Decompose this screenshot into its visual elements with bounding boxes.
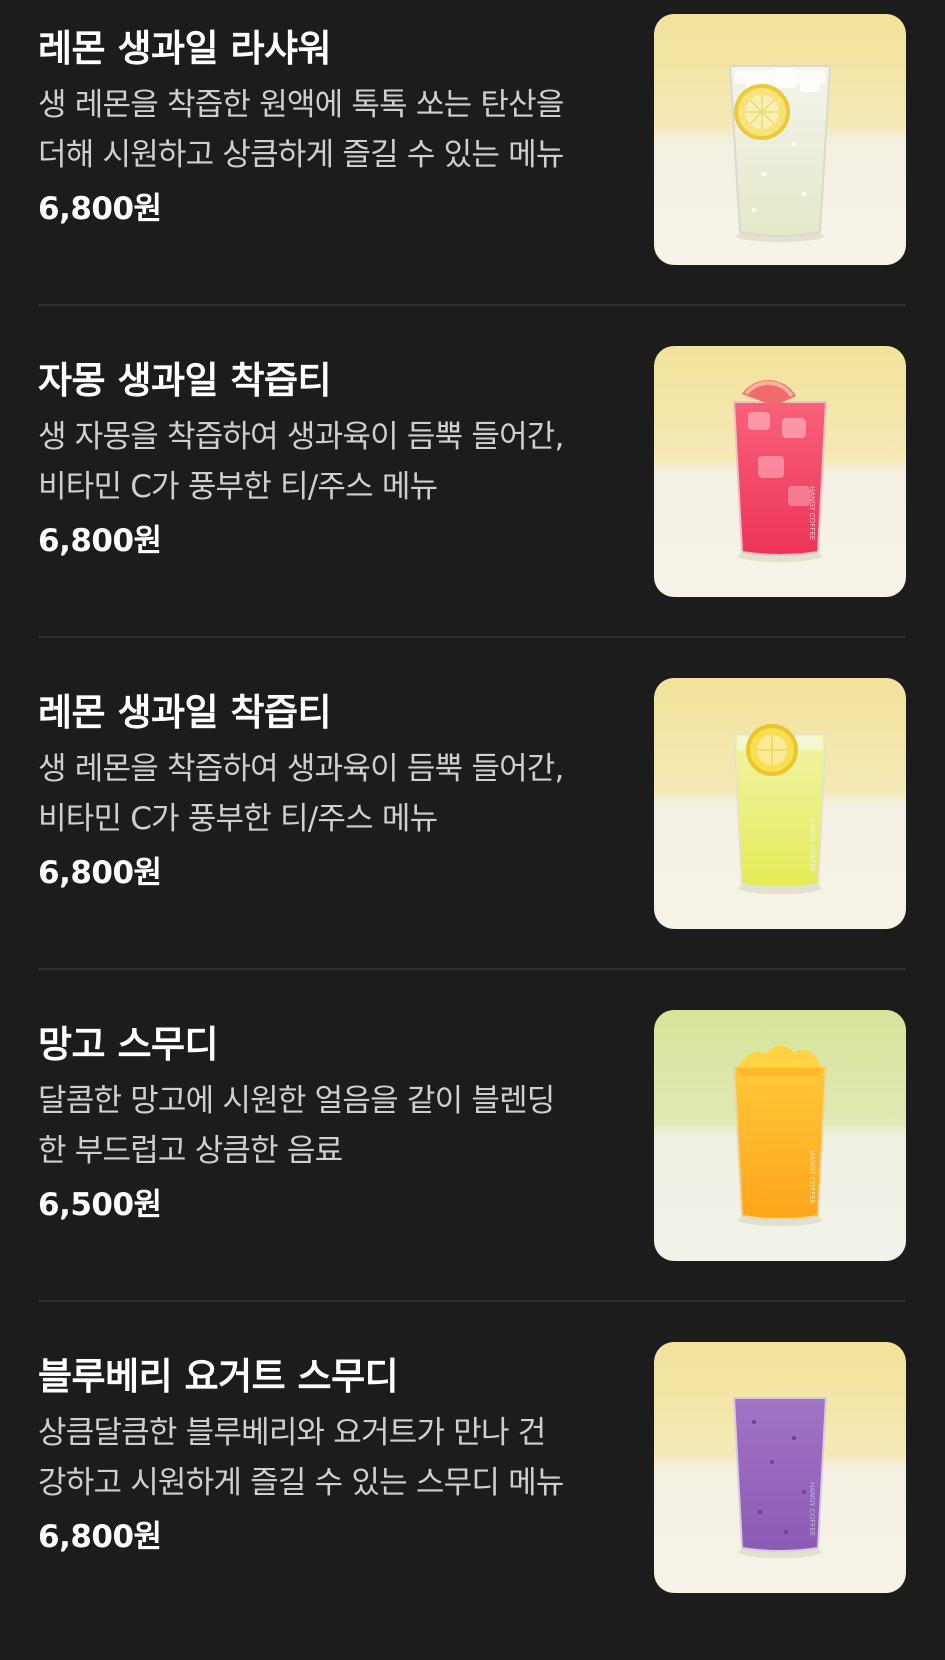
divider bbox=[38, 968, 906, 970]
menu-item-lemon-lasour[interactable]: 레몬 생과일 라샤워 생 레몬을 착즙한 원액에 톡톡 쏘는 탄산을 더해 시원… bbox=[0, 0, 945, 332]
menu-item-grapefruit-tea[interactable]: 자몽 생과일 착즙티 생 자몽을 착즙하여 생과육이 듬뿍 들어간, 비타민 C… bbox=[0, 332, 945, 664]
menu-item-price: 6,800원 bbox=[38, 523, 162, 559]
menu-list: 레몬 생과일 라샤워 생 레몬을 착즙한 원액에 톡톡 쏘는 탄산을 더해 시원… bbox=[0, 0, 945, 1611]
svg-text:HANGY COFFEE: HANGY COFFEE bbox=[808, 486, 816, 540]
menu-item-price: 6,800원 bbox=[38, 1519, 162, 1555]
blueberry-smoothie-drink-icon: HANGY COFFEE bbox=[654, 1342, 906, 1593]
menu-item-image[interactable]: HANGY COFFEE bbox=[654, 678, 906, 929]
lemon-tea-drink-icon: HANGY COFFEE bbox=[654, 678, 906, 929]
svg-text:HANGY COFFEE: HANGY COFFEE bbox=[808, 1482, 816, 1536]
menu-item-name: 레몬 생과일 라샤워 bbox=[38, 27, 332, 70]
menu-item-name: 망고 스무디 bbox=[38, 1023, 219, 1066]
menu-item-image[interactable] bbox=[654, 14, 906, 265]
menu-item-blueberry-smoothie[interactable]: 블루베리 요거트 스무디 상큼달큼한 블루베리와 요거트가 만나 건 강하고 시… bbox=[0, 1328, 945, 1660]
mango-smoothie-drink-icon: HANGY COFFEE bbox=[654, 1010, 906, 1261]
grapefruit-tea-drink-icon: HANGY COFFEE bbox=[654, 346, 906, 597]
svg-text:HANGY COFFEE: HANGY COFFEE bbox=[808, 1150, 816, 1204]
menu-item-text: 레몬 생과일 라샤워 생 레몬을 착즙한 원액에 톡톡 쏘는 탄산을 더해 시원… bbox=[38, 22, 623, 232]
divider bbox=[38, 636, 906, 638]
menu-item-price: 6,800원 bbox=[38, 191, 162, 227]
menu-item-description: 생 자몽을 착즙하여 생과육이 듬뿍 들어간, 비타민 C가 풍부한 티/주스 … bbox=[38, 419, 564, 505]
divider bbox=[38, 304, 906, 306]
menu-item-mango-smoothie[interactable]: 망고 스무디 달콤한 망고에 시원한 얼음을 같이 블렌딩 한 부드럽고 상큼한… bbox=[0, 996, 945, 1328]
menu-item-description: 생 레몬을 착즙한 원액에 톡톡 쏘는 탄산을 더해 시원하고 상큼하게 즐길 … bbox=[38, 87, 564, 173]
menu-item-text: 블루베리 요거트 스무디 상큼달큼한 블루베리와 요거트가 만나 건 강하고 시… bbox=[38, 1350, 623, 1560]
svg-text:HANGY COFFEE: HANGY COFFEE bbox=[808, 818, 816, 872]
divider bbox=[38, 1300, 906, 1302]
menu-item-description: 상큼달큼한 블루베리와 요거트가 만나 건 강하고 시원하게 즐길 수 있는 스… bbox=[38, 1415, 564, 1501]
menu-item-name: 레몬 생과일 착즙티 bbox=[38, 691, 332, 734]
menu-item-price: 6,800원 bbox=[38, 855, 162, 891]
menu-item-lemon-tea[interactable]: 레몬 생과일 착즙티 생 레몬을 착즙하여 생과육이 듬뿍 들어간, 비타민 C… bbox=[0, 664, 945, 996]
menu-item-text: 자몽 생과일 착즙티 생 자몽을 착즙하여 생과육이 듬뿍 들어간, 비타민 C… bbox=[38, 354, 623, 564]
menu-item-description: 생 레몬을 착즙하여 생과육이 듬뿍 들어간, 비타민 C가 풍부한 티/주스 … bbox=[38, 751, 564, 837]
menu-item-text: 망고 스무디 달콤한 망고에 시원한 얼음을 같이 블렌딩 한 부드럽고 상큼한… bbox=[38, 1018, 623, 1228]
menu-item-image[interactable]: HANGY COFFEE bbox=[654, 1342, 906, 1593]
menu-item-text: 레몬 생과일 착즙티 생 레몬을 착즙하여 생과육이 듬뿍 들어간, 비타민 C… bbox=[38, 686, 623, 896]
lemon-sour-drink-icon bbox=[654, 14, 906, 265]
menu-item-name: 블루베리 요거트 스무디 bbox=[38, 1355, 399, 1398]
menu-item-description: 달콤한 망고에 시원한 얼음을 같이 블렌딩 한 부드럽고 상큼한 음료 bbox=[38, 1083, 555, 1169]
menu-item-name: 자몽 생과일 착즙티 bbox=[38, 359, 332, 402]
menu-item-image[interactable]: HANGY COFFEE bbox=[654, 346, 906, 597]
menu-item-price: 6,500원 bbox=[38, 1187, 162, 1223]
menu-item-image[interactable]: HANGY COFFEE bbox=[654, 1010, 906, 1261]
